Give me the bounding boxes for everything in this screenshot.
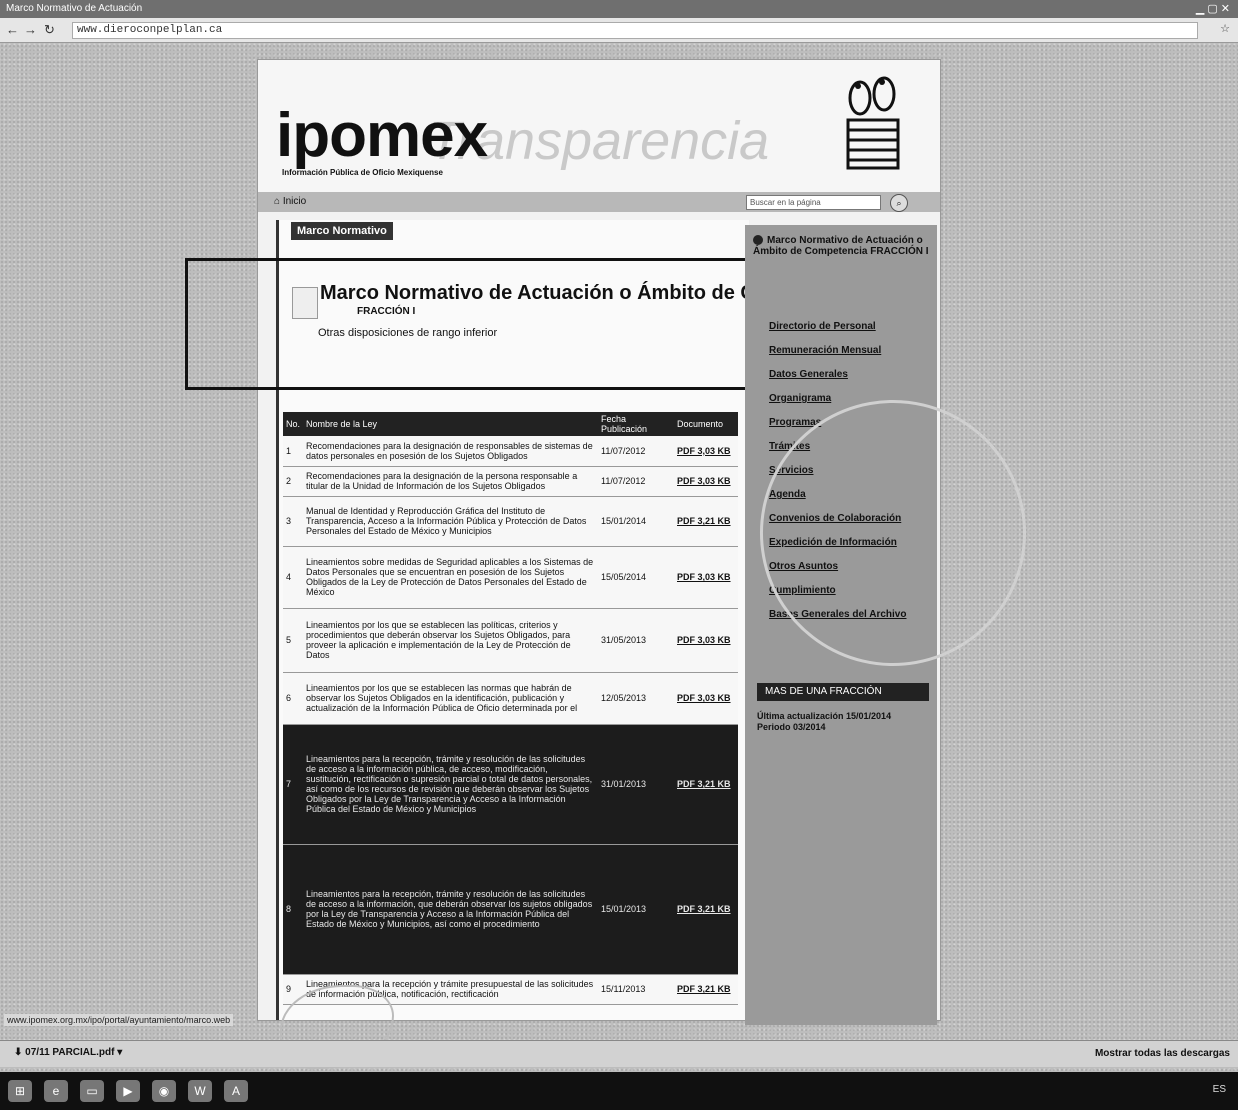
sidebar-item[interactable]: Directorio de Personal	[755, 315, 931, 339]
search-icon[interactable]: ⌕	[890, 194, 908, 212]
sidebar-item[interactable]: Datos Generales	[755, 363, 931, 387]
windows-start-icon[interactable]: ⊞	[8, 1080, 32, 1102]
download-item[interactable]: ⬇ 07/11 PARCIAL.pdf ▾	[14, 1047, 122, 1058]
table-row: 8 Lineamientos para la recepción, trámit…	[283, 844, 738, 975]
row-pdf-link[interactable]: PDF 3,03 KB	[674, 546, 738, 609]
row-name: Lineamientos por los que se establecen l…	[303, 608, 598, 673]
row-date: 15/05/2014	[598, 546, 674, 609]
bookmark-star-icon[interactable]: ☆	[1220, 22, 1230, 35]
download-bar: ⬇ 07/11 PARCIAL.pdf ▾ Mostrar todas las …	[0, 1040, 1238, 1067]
row-pdf-link[interactable]: PDF 3,03 KB	[674, 466, 738, 497]
sidebar-panel-text: Última actualización 15/01/2014 Periodo …	[757, 711, 892, 732]
status-url: www.ipomex.org.mx/ipo/portal/ayuntamient…	[4, 1014, 234, 1026]
url-field[interactable]: www.dieroconpelplan.ca	[72, 22, 1198, 39]
show-all-downloads-link[interactable]: Mostrar todas las descargas	[1095, 1048, 1230, 1059]
table-row: 3 Manual de Identidad y Reproducción Grá…	[283, 496, 738, 547]
row-pdf-link[interactable]: PDF 3,21 KB	[674, 724, 738, 845]
row-pdf-link[interactable]: PDF 3,21 KB	[674, 974, 738, 1005]
table-row: 1 Recomendaciones para la designación de…	[283, 436, 738, 467]
folder-icon[interactable]: ▭	[80, 1080, 104, 1102]
row-date: 12/05/2013	[598, 672, 674, 725]
row-pdf-link[interactable]: PDF 3,21 KB	[674, 844, 738, 975]
row-number: 8	[283, 844, 304, 975]
site-search-input[interactable]: Buscar en la página	[746, 195, 881, 210]
sidebar-item[interactable]: Remuneración Mensual	[755, 339, 931, 363]
menu-home-label: Inicio	[282, 196, 307, 207]
row-pdf-link[interactable]: PDF 3,03 KB	[674, 608, 738, 673]
col-number: No.	[283, 412, 304, 436]
row-name: Manual de Identidad y Reproducción Gráfi…	[303, 496, 598, 547]
row-number: 4	[283, 546, 304, 609]
row-number: 6	[283, 672, 304, 725]
table-header-row: No. Nombre de la Ley Fecha Publicación D…	[283, 412, 738, 436]
chrome-icon[interactable]: ◉	[152, 1080, 176, 1102]
row-name: Lineamientos para la recepción, trámite …	[303, 724, 598, 845]
address-bar: ← → ↻ www.dieroconpelplan.ca ☆	[0, 18, 1238, 43]
row-pdf-link[interactable]: PDF 3,21 KB	[674, 496, 738, 547]
ie-icon[interactable]: e	[44, 1080, 68, 1102]
row-pdf-link[interactable]: PDF 3,03 KB	[674, 436, 738, 467]
table-row: 7 Lineamientos para la recepción, trámit…	[283, 724, 738, 845]
sidebar-active-label: Marco Normativo de Actuación o Ámbito de…	[753, 235, 929, 257]
window-controls[interactable]: ▁ ▢ ✕	[1196, 2, 1230, 15]
row-name: Lineamientos sobre medidas de Seguridad …	[303, 546, 598, 609]
row-name: Lineamientos por los que se establecen l…	[303, 672, 598, 725]
word-icon[interactable]: W	[188, 1080, 212, 1102]
sidebar-panel-header: MAS DE UNA FRACCIÓN	[757, 683, 929, 701]
logo-tagline: Información Pública de Oficio Mexiquense	[282, 168, 443, 177]
media-icon[interactable]: ▶	[116, 1080, 140, 1102]
laws-table: No. Nombre de la Ley Fecha Publicación D…	[283, 412, 738, 1005]
row-number: 7	[283, 724, 304, 845]
bullet-icon	[753, 235, 763, 245]
table-row: 2 Recomendaciones para la designación de…	[283, 466, 738, 497]
pdf-icon[interactable]: A	[224, 1080, 248, 1102]
row-number: 5	[283, 608, 304, 673]
window-title: Marco Normativo de Actuación	[6, 3, 143, 14]
reload-icon[interactable]: ↻	[44, 22, 55, 38]
download-filename: 07/11 PARCIAL.pdf	[25, 1047, 115, 1058]
row-date: 31/01/2013	[598, 724, 674, 845]
row-name: Lineamientos para la recepción, trámite …	[303, 844, 598, 975]
row-date: 31/05/2013	[598, 608, 674, 673]
taskbar: ⊞ e ▭ ▶ ◉ W A ES	[0, 1072, 1238, 1110]
section-badge: Marco Normativo	[291, 222, 393, 240]
menu-home-link[interactable]: ⌂ Inicio	[274, 196, 306, 207]
forward-arrow-icon[interactable]: →	[24, 22, 37, 37]
site-header: Transparencia ipomex Información Pública…	[258, 60, 940, 192]
row-date: 15/11/2013	[598, 974, 674, 1005]
site-menubar: ⌂ Inicio Buscar en la página ⌕	[258, 192, 940, 212]
row-name: Recomendaciones para la designación de l…	[303, 466, 598, 497]
row-date: 15/01/2013	[598, 844, 674, 975]
row-date: 15/01/2014	[598, 496, 674, 547]
row-number: 1	[283, 436, 304, 467]
row-pdf-link[interactable]: PDF 3,03 KB	[674, 672, 738, 725]
back-arrow-icon[interactable]: ←	[6, 22, 19, 37]
row-date: 11/07/2012	[598, 466, 674, 497]
row-number: 2	[283, 466, 304, 497]
system-tray-language[interactable]: ES	[1213, 1084, 1226, 1095]
table-row: 5 Lineamientos por los que se establecen…	[283, 608, 738, 673]
col-date: Fecha Publicación	[598, 412, 674, 436]
sidebar-active-item[interactable]: Marco Normativo de Actuación o Ámbito de…	[753, 235, 929, 257]
browser-titlebar: Marco Normativo de Actuación ▁ ▢ ✕	[0, 0, 1238, 18]
row-name: Recomendaciones para la designación de r…	[303, 436, 598, 467]
col-document: Documento	[674, 412, 738, 436]
highlight-rectangle	[185, 258, 755, 390]
col-name: Nombre de la Ley	[303, 412, 598, 436]
table-row: 6 Lineamientos por los que se establecen…	[283, 672, 738, 725]
site-logo[interactable]: ipomex	[276, 100, 488, 171]
row-number: 3	[283, 496, 304, 547]
table-row: 4 Lineamientos sobre medidas de Segurida…	[283, 546, 738, 609]
parrot-mascot-icon	[846, 76, 900, 170]
row-date: 11/07/2012	[598, 436, 674, 467]
